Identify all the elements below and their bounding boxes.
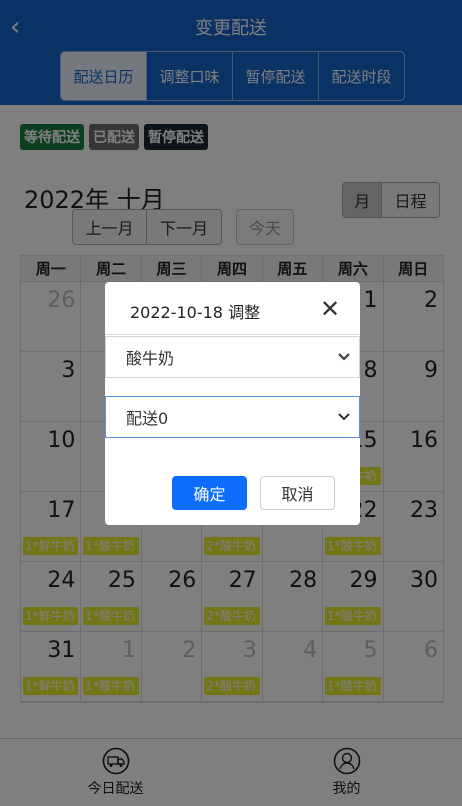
cancel-button[interactable]: 取消 <box>260 476 335 510</box>
quantity-select-value: 配送0 <box>126 409 169 428</box>
chevron-down-icon <box>338 353 350 361</box>
modal-title: 2022-10-18 调整 <box>130 303 261 322</box>
flavor-select-value: 酸牛奶 <box>126 349 175 368</box>
close-icon[interactable]: ✕ <box>320 297 340 321</box>
adjust-modal: 2022-10-18 调整 ✕ 酸牛奶 配送0 确定 取消 <box>105 282 360 525</box>
chevron-down-icon <box>338 413 350 421</box>
flavor-select[interactable]: 酸牛奶 <box>105 336 360 378</box>
modal-divider <box>105 334 360 335</box>
confirm-button[interactable]: 确定 <box>172 476 247 510</box>
quantity-select[interactable]: 配送0 <box>105 396 360 438</box>
